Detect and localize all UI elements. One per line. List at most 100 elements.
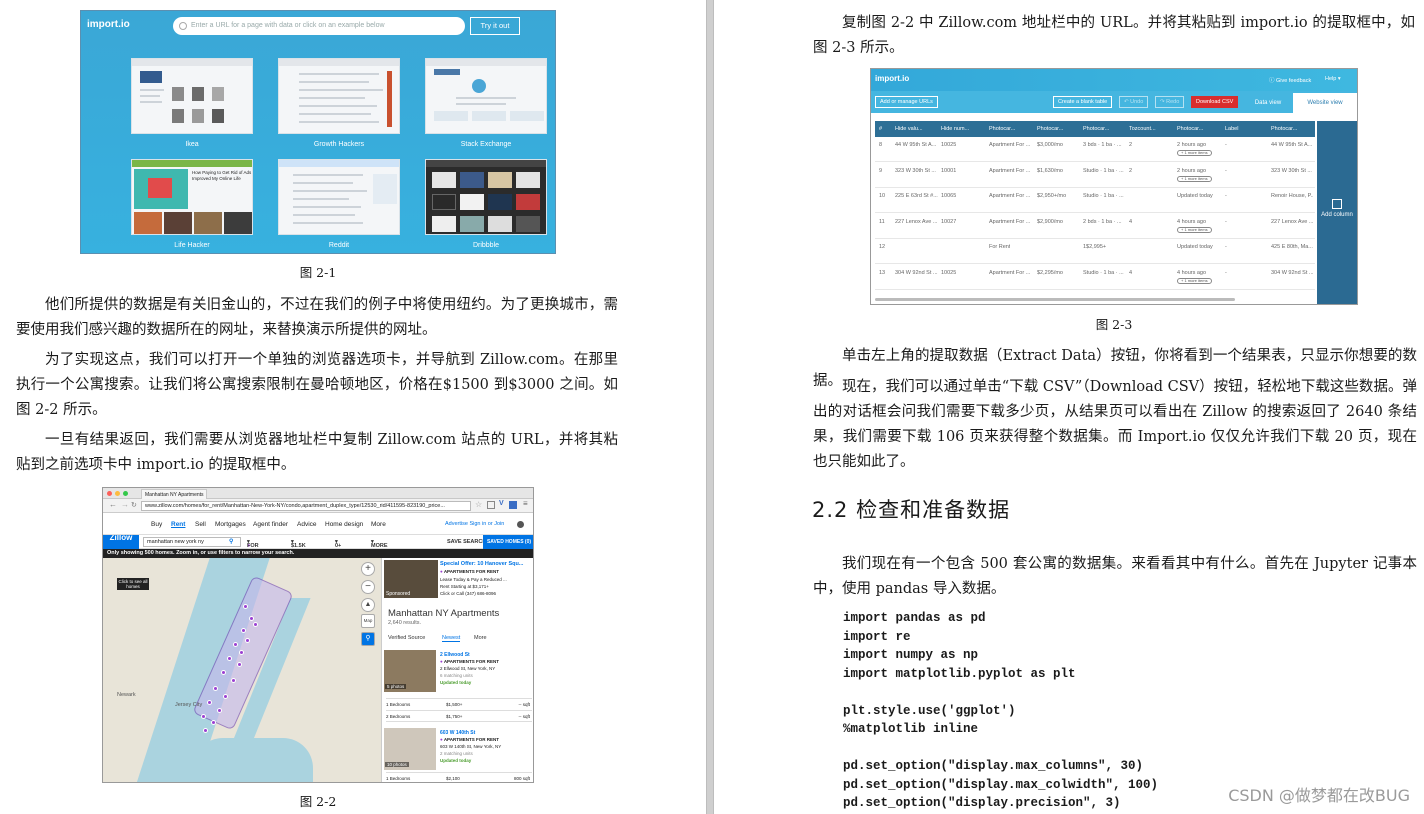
column-header[interactable]: Label — [1225, 126, 1238, 132]
example-thumbnail-ikea[interactable] — [131, 58, 253, 134]
example-thumbnail-dribbble[interactable] — [425, 159, 547, 235]
add-column-button[interactable]: Add column — [1317, 121, 1357, 304]
maximize-dot-icon[interactable] — [123, 491, 128, 496]
menu-icon[interactable]: ≡ — [523, 499, 528, 508]
nav-advice[interactable]: Advice — [297, 521, 317, 528]
forward-icon[interactable]: → — [121, 500, 129, 509]
location-search-input[interactable]: manhattan new york ny — [143, 537, 241, 547]
url-field[interactable]: www.zillow.com/homes/for_rent/Manhattan-… — [141, 501, 471, 511]
zillow-search-bar: manhattan new york ny ⚲ ● FOR RENT ▾ $1.… — [139, 535, 533, 555]
star-icon[interactable]: ☆ — [475, 500, 482, 509]
map[interactable]: Click to see all homes Jersey City Newar… — [103, 558, 381, 782]
redo-button[interactable]: ↷ Redo — [1155, 96, 1185, 108]
column-header[interactable]: Tozcount... — [1129, 126, 1156, 132]
filter-price[interactable]: $1.5K - $3K ▾ — [291, 539, 306, 555]
close-dot-icon[interactable] — [107, 491, 112, 496]
search-icon[interactable]: ⚲ — [229, 538, 233, 545]
schools-icon[interactable]: ▲ — [361, 598, 375, 612]
filter-more[interactable]: MORE (1) ▾ — [371, 539, 388, 555]
column-header[interactable]: Photocar... — [1271, 126, 1297, 132]
extension-v-icon[interactable]: V — [499, 500, 504, 507]
more-items-tag[interactable]: + 1 more items — [1177, 226, 1212, 233]
table-cell: 4 — [1129, 218, 1133, 225]
download-csv-button[interactable]: Download CSV — [1191, 96, 1239, 108]
table-row[interactable]: 11 227 Lenox Ave ... 10027 Apartment For ..… — [875, 214, 1315, 239]
zoom-out-icon[interactable]: − — [361, 580, 375, 594]
figure-caption: 图 2-2 — [299, 794, 337, 809]
table-cell: 44 W 95th St A... — [895, 142, 937, 148]
give-feedback-link[interactable]: ⓘ Give feedback — [1269, 76, 1311, 84]
column-header[interactable]: Photocar... — [1037, 126, 1063, 132]
table-row[interactable]: 13 304 W 92nd St ... 10025 Apartment For ..… — [875, 265, 1315, 290]
column-header[interactable]: Hide num... — [941, 126, 969, 132]
example-label: Dribbble — [472, 242, 500, 249]
help-icon[interactable] — [517, 521, 524, 528]
table-cell: 11 — [879, 218, 885, 225]
undo-button[interactable]: ↶ Undo — [1119, 96, 1149, 108]
add-urls-button[interactable]: Add or manage URLs — [875, 96, 938, 108]
try-it-out-button[interactable]: Try it out — [470, 17, 520, 35]
table-row[interactable]: 10 225 E 63rd St #... 10065 Apartment For .… — [875, 188, 1315, 213]
table-cell: 10 — [879, 193, 886, 199]
column-header[interactable]: Photocar... — [1083, 126, 1109, 132]
nav-mortgages[interactable]: Mortgages — [215, 521, 246, 528]
column-header[interactable]: Photocar... — [1177, 126, 1203, 132]
nav-sell[interactable]: Sell — [195, 521, 206, 528]
nav-agent-finder[interactable]: Agent finder — [253, 521, 288, 528]
nav-buy[interactable]: Buy — [151, 521, 162, 528]
globe-icon — [179, 22, 187, 30]
zoom-in-icon[interactable]: + — [361, 562, 375, 576]
table-row[interactable]: 9 323 W 30th St ... 10001 Apartment For ...… — [875, 163, 1315, 188]
draw-search-icon[interactable]: ⚲ — [361, 632, 375, 646]
horizontal-scrollbar[interactable] — [875, 298, 1235, 301]
more-items-tag[interactable]: + 1 more items — [1177, 277, 1212, 284]
save-search-button[interactable]: SAVE SEARCH — [447, 539, 486, 545]
nav-rent[interactable]: Rent — [171, 521, 185, 528]
column-header[interactable]: Photocar... — [989, 126, 1015, 132]
table-cell: Updated today — [1177, 244, 1213, 250]
minimize-dot-icon[interactable] — [115, 491, 120, 496]
example-thumbnail-stack-exchange[interactable] — [425, 58, 547, 134]
promo-title[interactable]: Special Offer: 10 Hanover Squ... — [440, 561, 523, 567]
example-thumbnail-reddit[interactable] — [278, 159, 400, 235]
table-cell: Apartment For ... — [989, 142, 1031, 148]
column-header[interactable]: # — [879, 126, 882, 132]
example-thumbnail-growth-hackers[interactable] — [278, 58, 400, 134]
back-icon[interactable]: ← — [109, 500, 117, 509]
tab-data-view[interactable]: Data view — [1245, 93, 1291, 113]
extension-square-icon[interactable] — [509, 501, 517, 509]
tab-verified-source[interactable]: Verified Source — [388, 635, 425, 641]
help-menu[interactable]: Help ▾ — [1325, 76, 1341, 82]
listing-name[interactable]: 603 W 140th St — [440, 730, 475, 736]
table-cell: For Rent — [989, 244, 1011, 250]
map-type-icon[interactable]: Map — [361, 614, 375, 628]
lifehacker-headline: How Paying to Get Rid of Ads Improved My… — [192, 170, 252, 181]
table-cell: Updated today — [1177, 193, 1213, 199]
tab-newest[interactable]: Newest — [442, 635, 461, 642]
table-row[interactable]: 12 For Rent 1$2,995+ Updated today - 425 E 80… — [875, 239, 1315, 264]
create-table-button[interactable]: Create a blank table — [1053, 96, 1113, 108]
tab-website-view[interactable]: Website view — [1293, 93, 1357, 113]
filter-for-rent[interactable]: ● FOR RENT ▾ — [247, 539, 262, 555]
saved-homes-button[interactable]: SAVED HOMES (0) — [483, 535, 533, 549]
browser-tab[interactable]: Manhattan NY Apartments — [141, 489, 207, 499]
table-cell: 425 E 80th, Ma... — [1271, 244, 1313, 250]
table-cell: - — [1225, 142, 1227, 148]
filter-beds[interactable]: 0+ BEDS ▾ — [335, 539, 350, 555]
nav-more[interactable]: More — [371, 521, 386, 528]
more-items-tag[interactable]: + 1 more items — [1177, 175, 1212, 182]
example-thumbnail-life-hacker[interactable]: How Paying to Get Rid of Ads Improved My… — [131, 159, 253, 235]
table-cell: 227 Lenox Ave ... — [895, 218, 938, 225]
nav-home-design[interactable]: Home design — [325, 521, 363, 528]
listing-name[interactable]: 2 Ellwood St — [440, 652, 470, 658]
extension-icon[interactable] — [487, 501, 495, 509]
map-hint[interactable]: Click to see all homes — [117, 578, 149, 590]
reload-icon[interactable]: ↻ — [131, 501, 137, 509]
column-header[interactable]: Hide valu... — [895, 126, 923, 132]
url-input[interactable]: Enter a URL for a page with data or clic… — [173, 17, 465, 35]
tab-more[interactable]: More — [474, 635, 487, 641]
table-row[interactable]: 8 44 W 95th St A... 10025 Apartment For ...… — [875, 137, 1315, 162]
more-items-tag[interactable]: + 1 more items — [1177, 150, 1212, 156]
nav-signin[interactable]: Advertise Sign in or Join — [445, 521, 504, 527]
table-cell: 10001 — [941, 167, 957, 174]
